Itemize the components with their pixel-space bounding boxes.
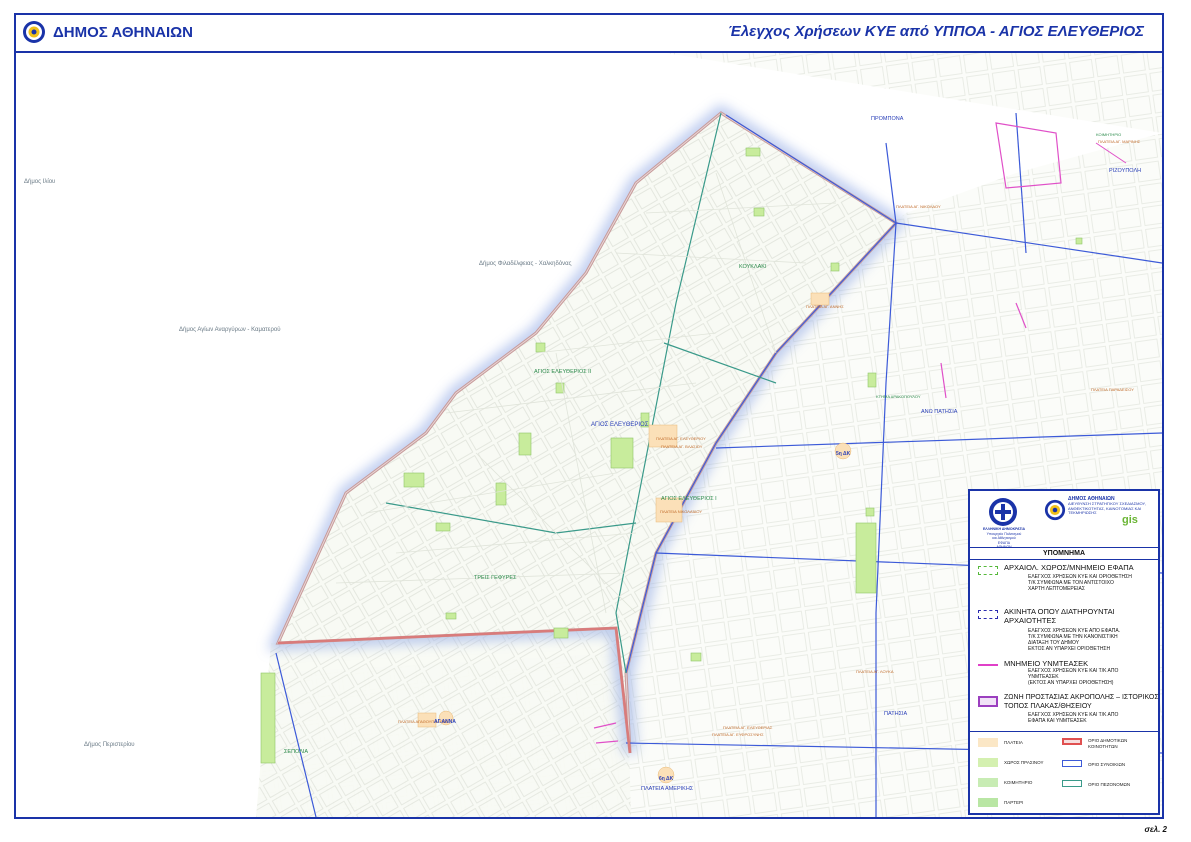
legend-small-items: ΠΛΑΤΕΙΑ ΧΩΡΟΣ ΠΡΑΣΙΝΟΥ ΚΟΙΜΗΤΗΡΙΟ ΠΑΡΤΕΡ… <box>970 731 1158 816</box>
label-plateia-amerikis: ΠΛΑΤΕΙΑ ΑΜΕΡΙΚΗΣ <box>641 786 694 792</box>
legend-swatch-koimitirio <box>978 778 998 787</box>
label-dk6: 6η ΔΚ <box>659 776 674 782</box>
legend-swatch <box>978 566 998 575</box>
label-sepolia: ΣΕΠΟΛΙΑ <box>284 749 308 755</box>
label-plateia-nikolaidou: ΠΛΑΤΕΙΑ ΝΙΚΟΛΑΪΔΟΥ <box>660 509 702 514</box>
label-koukliki: ΚΟΥΚΛΑΚΙ <box>739 264 767 270</box>
athens-caption: ΔΗΜΟΣ ΑΘΗΝΑΙΩΝ ΔΙΕΥΘΥΝΣΗ ΣΤΡΑΤΗΓΙΚΟΥ ΣΧΕ… <box>1068 496 1146 516</box>
label-koimitirio: ΚΟΙΜΗΤΗΡΙΟ <box>1096 132 1121 137</box>
label-prompona: ΠΡΟΜΠΟΝΑ <box>871 116 904 122</box>
label-agios-eleftherios: ΑΓΙΟΣ ΕΛΕΥΘΕΡΙΟΣ <box>591 422 649 428</box>
label-patisia: ΠΑΤΗΣΙΑ <box>884 711 907 717</box>
legend-swatch-orio-synoikion <box>1062 760 1082 767</box>
label-plateia-agiou-nikolaou: ΠΛΑΤΕΙΑ ΑΓ. ΝΙΚΟΛΑΟΥ <box>896 204 941 209</box>
header-bar: ΔΗΜΟΣ ΑΘΗΝΑΙΩΝ Έλεγχος Χρήσεων ΚΥΕ από Υ… <box>16 15 1162 53</box>
label-plateia-ag-marinis: ΠΛΑΤΕΙΑ ΑΓ. ΜΑΡΙΝΗΣ <box>1098 139 1141 144</box>
label-plateia-paradeisou: ΠΛΑΤΕΙΑ ΠΑΡΑΔΕΙΣΟΥ <box>1091 387 1134 392</box>
legend-swatch <box>978 696 998 707</box>
legend-item-antiquities-properties: ΑΚΙΝΗΤΑ ΟΠΟΥ ΔΙΑΤΗΡΟΥΝΤΑΙ ΑΡΧΑΙΟΤΗΤΕΣ ΕΛ… <box>970 604 1158 656</box>
label-plateia-ag-loukas: ΠΛΑΤΕΙΑ ΑΓ. ΛΟΥΚΑ <box>856 669 894 674</box>
label-dimos-peristeriou: Δήμος Περιστερίου <box>84 741 135 748</box>
legend-swatch <box>978 610 998 619</box>
map-title: Έλεγχος Χρήσεων ΚΥΕ από ΥΠΠΟΑ - ΑΓΙΟΣ ΕΛ… <box>728 23 1144 40</box>
legend-item-monument: ΜΝΗΜΕΙΟ ΥΝΜΤΕΑΣΕΚ ΕΛΕΓΧΟΣ ΧΡΗΣΕΩΝ ΚΥΕ ΚΑ… <box>970 656 1158 690</box>
hellenic-republic-seal-icon <box>989 498 1017 526</box>
label-ktima-drakopoulou: ΚΤΗΜΑ ΔΡΑΚΟΠΟΥΛΟΥ <box>876 394 921 399</box>
label-plateia-ag-eleftheriou: ΠΛΑΤΕΙΑ ΑΓ. ΕΛΕΥΘΕΡΙΟΥ <box>656 436 706 441</box>
legend-panel: ΕΛΛΗΝΙΚΗ ΔΗΜΟΚΡΑΤΙΑ Υπουργείο Πολιτισμού… <box>968 489 1160 815</box>
legend-swatch-plateia <box>978 738 998 747</box>
municipality-name: ΔΗΜΟΣ ΑΘΗΝΑΙΩΝ <box>53 24 194 41</box>
athens-logo-icon <box>1044 499 1066 521</box>
legend-swatch-parteri <box>978 798 998 807</box>
legend-logos: ΕΛΛΗΝΙΚΗ ΔΗΜΟΚΡΑΤΙΑ Υπουργείο Πολιτισμού… <box>970 491 1158 549</box>
label-plateia-ag-eleftherias: ΠΛΑΤΕΙΑ ΑΓ. ΕΛΕΥΘΕΡΙΑΣ <box>723 725 773 730</box>
label-dimos-agion-anargyron: Δήμος Αγίων Αναργύρων - Καματερού <box>179 326 281 333</box>
gis-logo: gis <box>1122 514 1138 526</box>
page-number: σελ. 2 <box>1144 825 1167 834</box>
legend-swatch <box>978 664 998 666</box>
legend-swatch-xoros-prasinou <box>978 758 998 767</box>
label-dimos-filadelfeias: Δήμος Φιλαδέλφειας - Χαλκηδόνας <box>479 260 572 267</box>
legend-title: ΥΠΟΜΝΗΜΑ <box>970 548 1158 560</box>
label-dimos-iliou: Δήμος Ιλίου <box>24 178 55 185</box>
label-plateia-ag-vlasiou: ΠΛΑΤΕΙΑ ΑΓ. ΒΛΑΣΙΟΥ <box>661 444 703 449</box>
legend-swatch-orio-pezodromon <box>1062 780 1082 787</box>
label-plateia-ag-efrosynis: ΠΛΑΤΕΙΑ ΑΓ. ΕΥΦΡΟΣΥΝΗΣ <box>712 732 764 737</box>
legend-item-acropolis-zone: ΖΩΝΗ ΠΡΟΣΤΑΣΙΑΣ ΑΚΡΟΠΟΛΗΣ – ΙΣΤΟΡΙΚΟΣ ΤΟ… <box>970 690 1159 726</box>
label-ag-anna: ΑΓ.ΑΝΝΑ <box>434 719 456 725</box>
label-agios-eleftherios-i: ΑΓΙΟΣ ΕΛΕΥΘΕΡΙΟΣ Ι <box>661 496 717 502</box>
legend-item-archaeological-site: ΑΡΧΑΙΟΛ. ΧΩΡΟΣ/ΜΝΗΜΕΙΟ ΕΦΑΠΑ ΕΛΕΓΧΟΣ ΧΡΗ… <box>970 560 1158 604</box>
label-rizoupoli: ΡΙΖΟΥΠΟΛΗ <box>1109 168 1141 174</box>
legend-swatch-orio-koinotiton <box>1062 738 1082 745</box>
label-agios-eleftherios-ii: ΑΓΙΟΣ ΕΛΕΥΘΕΡΙΟΣ ΙΙ <box>534 369 592 375</box>
label-ano-patisia: ΑΝΩ ΠΑΤΗΣΙΑ <box>921 409 958 415</box>
seal-caption: ΕΛΛΗΝΙΚΗ ΔΗΜΟΚΡΑΤΙΑ Υπουργείο Πολιτισμού… <box>982 527 1026 549</box>
label-treis-gefyres: ΤΡΕΙΣ ΓΕΦΥΡΕΣ <box>474 575 517 581</box>
athens-municipality-logo-icon <box>23 21 45 43</box>
label-dk5: 5η ΔΚ <box>836 451 851 457</box>
label-plateia-ag-annis: ΠΛΑΤΕΙΑ ΑΓ. ΑΝΝΗΣ <box>806 304 844 309</box>
